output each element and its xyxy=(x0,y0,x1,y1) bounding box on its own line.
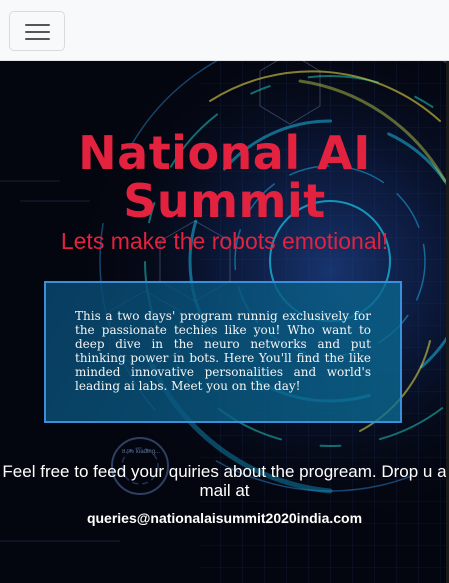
navbar-toggler-button[interactable] xyxy=(9,11,65,51)
decor-loading-label: 87% loading... xyxy=(122,449,160,455)
navbar xyxy=(0,0,449,61)
contact-prompt: Feel free to feed your quiries about the… xyxy=(2,462,447,500)
tagline: Lets make the robots emotional! xyxy=(60,228,389,254)
page: 87% loading... National AI Summit Lets m… xyxy=(0,0,449,583)
hero-section: 87% loading... National AI Summit Lets m… xyxy=(0,61,449,583)
description-text: This a two days' program runnig exclusiv… xyxy=(75,309,371,393)
page-title: National AI Summit xyxy=(78,126,371,228)
description-box: This a two days' program runnig exclusiv… xyxy=(44,281,402,423)
contact-email-link[interactable]: queries@nationalaisummit2020india.com xyxy=(0,510,449,526)
